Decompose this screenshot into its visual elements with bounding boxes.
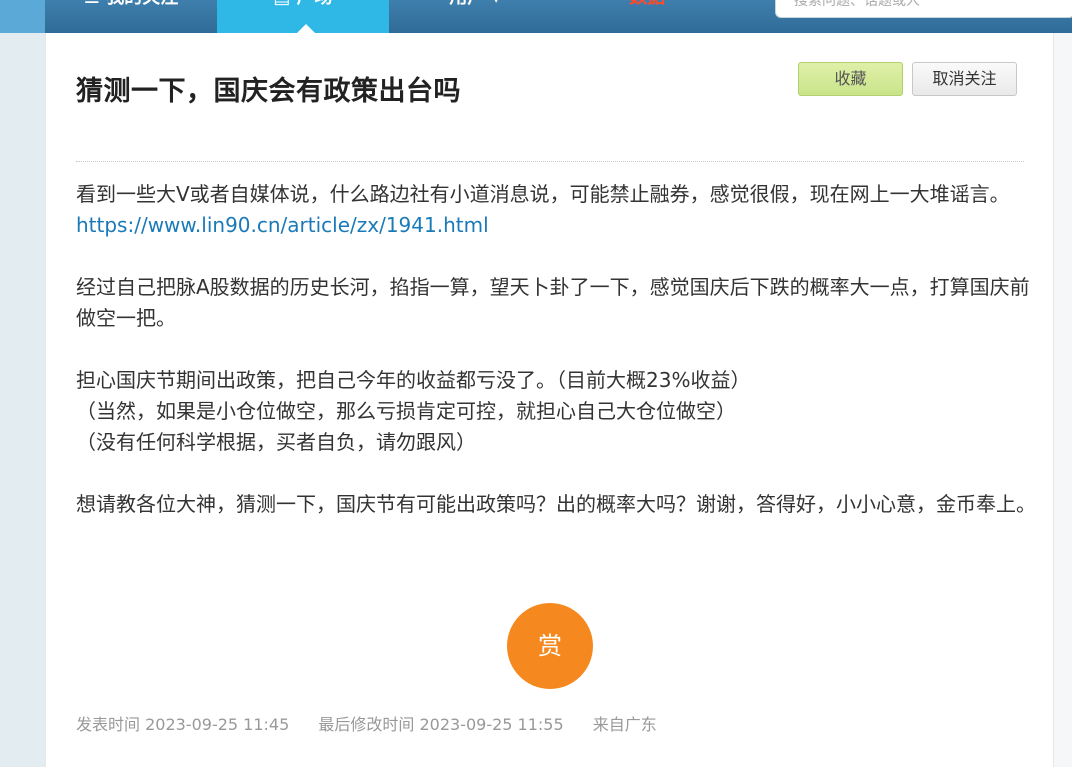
left-sidebar-strip — [0, 33, 46, 767]
nav-square-label: 广场 — [297, 0, 333, 8]
unfollow-button[interactable]: 取消关注 — [912, 62, 1017, 96]
post-body: 看到一些大V或者自媒体说，什么路边社有小道消息说，可能禁止融券，感觉很假，现在网… — [76, 179, 1036, 551]
post-paragraph-3-line-3: （没有任何科学根据，买者自负，请勿跟风） — [76, 430, 476, 454]
search-input[interactable]: 搜索问题、话题或人 — [775, 0, 1072, 18]
title-divider — [76, 161, 1024, 162]
post-paragraph-3: 担心国庆节期间出政策，把自己今年的收益都亏没了。（目前大概23%收益） （当然，如… — [76, 365, 1036, 458]
post-link[interactable]: https://www.lin90.cn/article/zx/1941.htm… — [76, 213, 489, 237]
post-paragraph-4: 想请教各位大神，猜测一下，国庆节有可能出政策吗？出的概率大吗？谢谢，答得好，小小… — [76, 492, 1036, 516]
nav-my-follows[interactable]: ☰ 我的关注 — [45, 0, 217, 33]
post-paragraph-3-line-1: 担心国庆节期间出政策，把自己今年的收益都亏没了。（目前大概23%收益） — [76, 368, 751, 392]
post-title: 猜测一下，国庆会有政策出台吗 — [76, 76, 461, 107]
post-location: 来自广东 — [592, 715, 657, 734]
post-paragraph-2: 经过自己把脉A股数据的历史长河，掐指一算，望天卜卦了一下，感觉国庆后下跌的概率大… — [76, 275, 1030, 330]
post-meta: 发表时间 2023-09-25 11:45 最后修改时间 2023-09-25 … — [76, 711, 681, 735]
nav-left-edge — [0, 0, 45, 33]
nav-my-follows-label: 我的关注 — [106, 0, 178, 8]
nav-users[interactable]: 用户 ▾ — [389, 0, 561, 33]
post-paragraph-1-text: 看到一些大V或者自媒体说，什么路边社有小道消息说，可能禁止融券，感觉很假，现在网… — [76, 182, 1010, 206]
modified-time: 最后修改时间 2023-09-25 11:55 — [318, 715, 564, 734]
top-navigation-bar: ☰ 我的关注 ▤ 广场 用户 ▾ 数据 搜索问题、话题或人 — [0, 0, 1072, 33]
favorite-button[interactable]: 收藏 — [798, 62, 903, 96]
nav-data-label: 数据 — [561, 0, 733, 7]
nav-users-label: 用户 — [449, 0, 485, 8]
post-paragraph-3-line-2: （当然，如果是小仓位做空，那么亏损肯定可控，就担心自己大仓位做空） — [76, 399, 736, 423]
nav-data[interactable]: 数据 — [561, 0, 733, 33]
reward-button[interactable]: 赏 — [507, 603, 593, 689]
post-card: 猜测一下，国庆会有政策出台吗 收藏 取消关注 看到一些大V或者自媒体说，什么路边… — [45, 33, 1054, 767]
nav-square[interactable]: ▤ 广场 — [217, 0, 389, 33]
published-time: 发表时间 2023-09-25 11:45 — [76, 715, 290, 734]
post-paragraph-1: 看到一些大V或者自媒体说，什么路边社有小道消息说，可能禁止融券，感觉很假，现在网… — [76, 179, 1036, 241]
